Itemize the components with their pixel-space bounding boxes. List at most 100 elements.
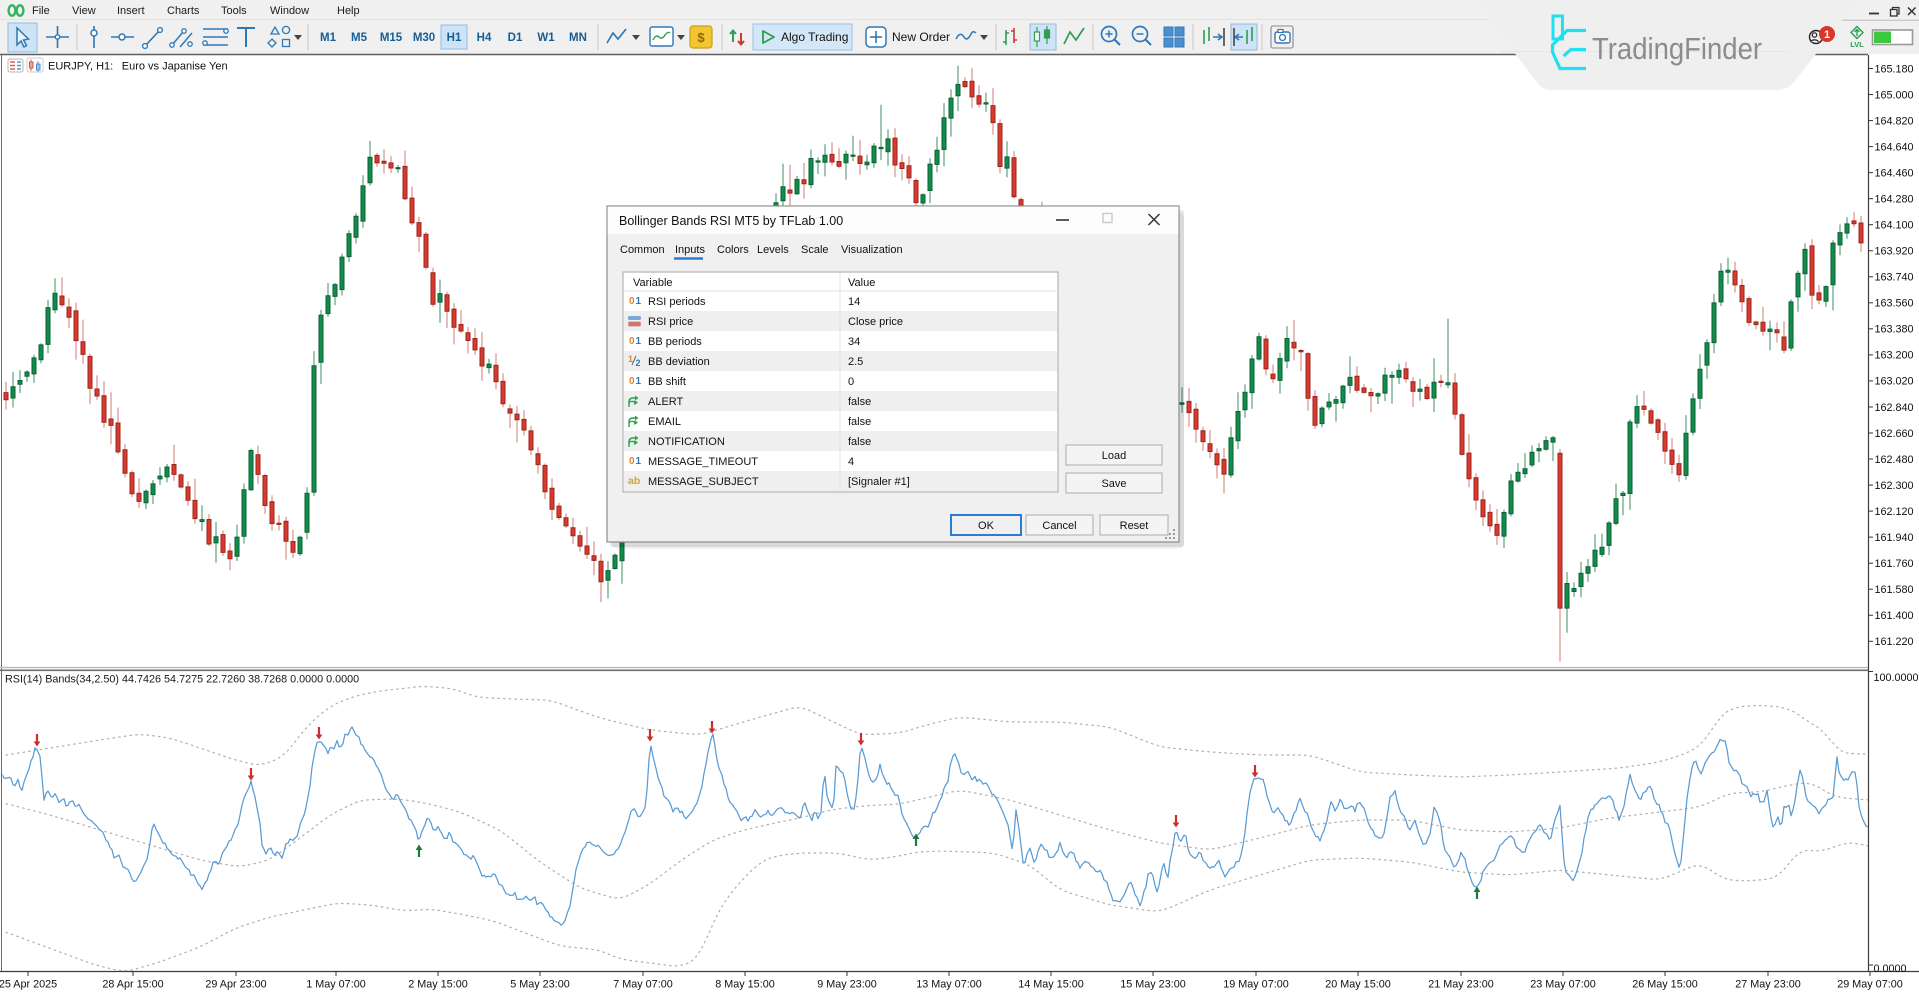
svg-text:View: View	[72, 5, 96, 17]
svg-text:RSI(14) Bands(34,2.50) 44.7426: RSI(14) Bands(34,2.50) 44.7426 54.7275 2…	[5, 674, 359, 686]
svg-text:162.480: 162.480	[1875, 454, 1914, 466]
svg-text:164.280: 164.280	[1875, 193, 1914, 205]
svg-text:W1: W1	[537, 32, 555, 44]
svg-text:165.000: 165.000	[1875, 89, 1914, 101]
svg-text:H4: H4	[477, 32, 492, 44]
svg-text:164.100: 164.100	[1875, 220, 1914, 232]
svg-text:164.460: 164.460	[1875, 167, 1914, 179]
svg-text:1: 1	[636, 456, 642, 467]
svg-text:28 Apr 15:00: 28 Apr 15:00	[102, 979, 163, 991]
svg-text:MN: MN	[569, 32, 587, 44]
svg-text:29 Apr 23:00: 29 Apr 23:00	[205, 979, 266, 991]
svg-text:Levels: Levels	[757, 244, 789, 256]
svg-text:25 Apr 2025: 25 Apr 2025	[0, 979, 57, 991]
svg-text:163.920: 163.920	[1875, 246, 1914, 258]
svg-text:Close price: Close price	[848, 316, 903, 328]
svg-text:LVL: LVL	[1850, 40, 1864, 49]
svg-text:1: 1	[636, 296, 642, 307]
svg-text:0: 0	[629, 296, 635, 307]
svg-text:MESSAGE_SUBJECT: MESSAGE_SUBJECT	[648, 476, 759, 488]
svg-text:0: 0	[629, 376, 635, 387]
svg-text:163.740: 163.740	[1875, 272, 1914, 284]
svg-text:false: false	[848, 436, 871, 448]
svg-text:M15: M15	[380, 32, 403, 44]
svg-text:ALERT: ALERT	[648, 396, 684, 408]
svg-text:Inputs: Inputs	[675, 244, 705, 256]
svg-text:Variable: Variable	[633, 277, 673, 289]
svg-text:M5: M5	[351, 32, 368, 44]
svg-text:M1: M1	[320, 32, 337, 44]
svg-text:Bollinger Bands RSI MT5 by TFL: Bollinger Bands RSI MT5 by TFLab 1.00	[619, 214, 843, 228]
svg-text:false: false	[848, 396, 871, 408]
svg-text:Charts: Charts	[167, 5, 200, 17]
svg-text:164.820: 164.820	[1875, 115, 1914, 127]
svg-text:M30: M30	[413, 32, 435, 44]
svg-text:9 May 23:00: 9 May 23:00	[817, 979, 876, 991]
svg-text:21 May 23:00: 21 May 23:00	[1428, 979, 1493, 991]
svg-text:0: 0	[629, 456, 635, 467]
svg-text:14 May 15:00: 14 May 15:00	[1018, 979, 1083, 991]
svg-text:ab: ab	[628, 475, 640, 487]
svg-text:4: 4	[848, 456, 854, 468]
svg-text:1: 1	[636, 336, 642, 347]
svg-text:0.0000: 0.0000	[1874, 963, 1907, 975]
svg-text:1 May 07:00: 1 May 07:00	[306, 979, 365, 991]
svg-text:Visualization: Visualization	[841, 244, 903, 256]
svg-text:Algo Trading: Algo Trading	[781, 30, 848, 44]
svg-text:1: 1	[636, 376, 642, 387]
svg-text:29 May 07:00: 29 May 07:00	[1837, 979, 1902, 991]
svg-text:162.300: 162.300	[1875, 480, 1914, 492]
svg-text:14: 14	[848, 296, 860, 308]
svg-text:Tools: Tools	[221, 5, 247, 17]
svg-text:BB deviation: BB deviation	[648, 356, 710, 368]
svg-text:Scale: Scale	[801, 244, 829, 256]
svg-text:Window: Window	[270, 5, 309, 17]
svg-text:MESSAGE_TIMEOUT: MESSAGE_TIMEOUT	[648, 456, 758, 468]
svg-text:26 May 15:00: 26 May 15:00	[1632, 979, 1697, 991]
svg-text:161.580: 161.580	[1875, 584, 1914, 596]
svg-text:New Order: New Order	[892, 30, 950, 44]
svg-text:OK: OK	[978, 520, 995, 532]
svg-text:0: 0	[848, 376, 854, 388]
svg-text:163.560: 163.560	[1875, 298, 1914, 310]
svg-text:162.660: 162.660	[1875, 428, 1914, 440]
svg-text:162.120: 162.120	[1875, 506, 1914, 518]
svg-text:2.5: 2.5	[848, 356, 863, 368]
svg-text:5 May 23:00: 5 May 23:00	[510, 979, 569, 991]
svg-text:15 May 23:00: 15 May 23:00	[1120, 979, 1185, 991]
svg-text:Reset: Reset	[1120, 520, 1149, 532]
svg-text:$: $	[697, 30, 705, 45]
svg-text:8 May 15:00: 8 May 15:00	[715, 979, 774, 991]
svg-text:Help: Help	[337, 5, 360, 17]
svg-text:D1: D1	[508, 32, 523, 44]
svg-text:164.640: 164.640	[1875, 141, 1914, 153]
svg-text:34: 34	[848, 336, 860, 348]
svg-text:2 May 15:00: 2 May 15:00	[408, 979, 467, 991]
svg-text:161.940: 161.940	[1875, 532, 1914, 544]
svg-text:161.400: 161.400	[1875, 610, 1914, 622]
svg-text:File: File	[32, 5, 50, 17]
svg-text:TradingFinder: TradingFinder	[1592, 32, 1762, 66]
svg-text:Load: Load	[1102, 450, 1126, 462]
svg-text:163.380: 163.380	[1875, 324, 1914, 336]
svg-text:BB periods: BB periods	[648, 336, 702, 348]
svg-text:false: false	[848, 416, 871, 428]
svg-text:163.020: 163.020	[1875, 376, 1914, 388]
svg-text:0: 0	[629, 336, 635, 347]
svg-text:23 May 07:00: 23 May 07:00	[1530, 979, 1595, 991]
svg-text:RSI periods: RSI periods	[648, 296, 706, 308]
svg-text:Value: Value	[848, 277, 875, 289]
svg-text:161.220: 161.220	[1875, 636, 1914, 648]
svg-text:7 May 07:00: 7 May 07:00	[613, 979, 672, 991]
svg-text:BB shift: BB shift	[648, 376, 686, 388]
svg-text:RSI price: RSI price	[648, 316, 693, 328]
svg-text:Common: Common	[620, 244, 665, 256]
svg-text:NOTIFICATION: NOTIFICATION	[648, 436, 725, 448]
svg-text:162.840: 162.840	[1875, 402, 1914, 414]
svg-text:2: 2	[636, 358, 641, 368]
svg-text:Save: Save	[1101, 478, 1126, 490]
svg-text:161.760: 161.760	[1875, 558, 1914, 570]
svg-text:19 May 07:00: 19 May 07:00	[1223, 979, 1288, 991]
svg-text:Colors: Colors	[717, 244, 749, 256]
svg-text:1: 1	[628, 354, 633, 364]
